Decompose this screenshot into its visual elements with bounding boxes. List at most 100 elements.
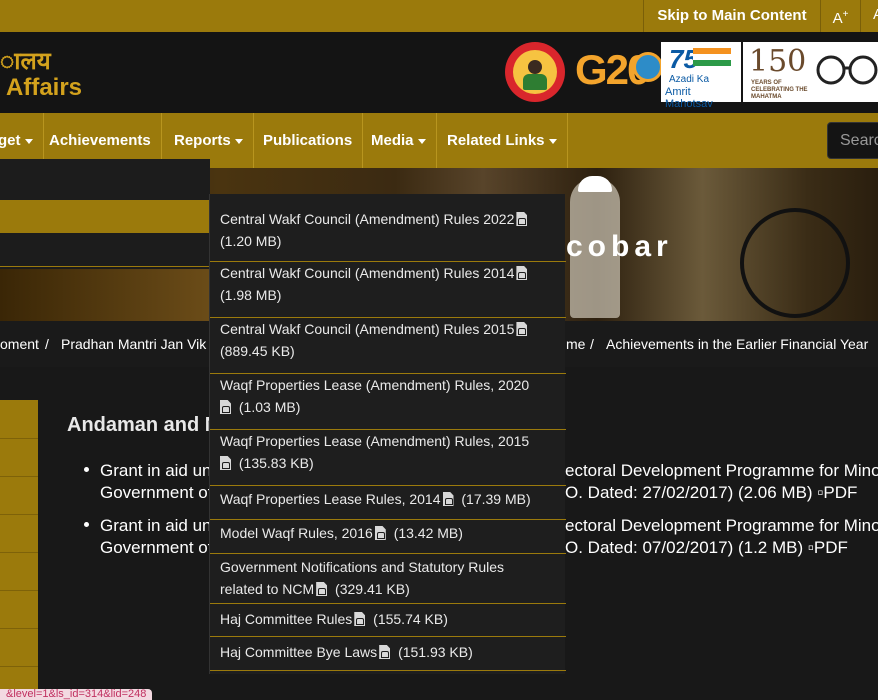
side-menu [0, 400, 38, 700]
banner-title: cobar [566, 230, 673, 263]
beti-bachao-logo[interactable] [505, 42, 565, 102]
dropdown-item-size: (1.20 MB) [220, 233, 282, 249]
dropdown-item[interactable]: Government Notifications and Statutory R… [210, 554, 566, 604]
pdf-alt-text: PDF [813, 538, 848, 557]
pdf-image-link[interactable]: ▫PDF [817, 483, 857, 503]
pdf-image-link[interactable]: ▫PDF [808, 538, 848, 558]
dropdown-item[interactable]: Waqf Properties Lease Rules, 2014 (17.39… [210, 486, 566, 520]
pdf-file-icon [374, 526, 386, 540]
bullet-text[interactable]: ectoral Development Programme for Minor [565, 516, 878, 536]
dropdown-item-label: Central Wakf Council (Amendment) Rules 2… [220, 265, 515, 281]
globe-icon [633, 52, 663, 82]
pdf-alt-text: PDF [823, 483, 858, 502]
rules-dropdown-menu: Central Wakf Council (Amendment) Rules 2… [209, 194, 566, 674]
parent-menu-item-active[interactable] [0, 200, 210, 233]
breadcrumb-item[interactable]: Pradhan Mantri Jan Vik [61, 336, 206, 352]
font-increase-sup: + [842, 9, 849, 20]
dropdown-item[interactable]: Waqf Properties Lease (Amendment) Rules,… [210, 430, 566, 486]
side-menu-divider [0, 666, 38, 667]
azadi-line1: Azadi Ka [669, 74, 710, 85]
bullet-dot [84, 467, 89, 472]
swachh-bharat-logo[interactable] [809, 42, 878, 102]
azadi-ka-amrit-mahotsav-logo[interactable]: 75 Azadi Ka Amrit Mahotsav [661, 42, 741, 110]
tricolor-flag-icon [693, 48, 731, 66]
dropdown-item-label: Central Wakf Council (Amendment) Rules 2… [220, 321, 515, 337]
g20-logo[interactable]: G20 [575, 46, 663, 100]
pdf-file-icon [316, 582, 328, 596]
beti-bachao-logo-inner [513, 50, 557, 94]
side-menu-divider [0, 514, 38, 515]
bullet-text[interactable]: ectoral Development Programme for Minor [565, 461, 878, 481]
bullet-dot [84, 522, 89, 527]
dropdown-item-size: (889.45 KB) [220, 343, 295, 359]
spectacles-icon [816, 55, 878, 85]
dropdown-item[interactable]: Central Wakf Council (Amendment) Rules 2… [210, 318, 566, 374]
font-increase-button[interactable]: A+ [821, 0, 861, 32]
dropdown-item-size: (135.83 KB) [238, 455, 314, 471]
pdf-file-icon [220, 456, 231, 470]
side-menu-divider [0, 438, 38, 439]
ministry-name-english[interactable]: Affairs [6, 74, 82, 102]
ministry-name-hindi[interactable]: ालय [0, 44, 51, 77]
dropdown-item-size: (1.03 MB) [238, 399, 301, 415]
bullet-text[interactable]: Grant in aid un [100, 461, 212, 481]
font-increase-label: A [832, 10, 843, 27]
status-bar-url: &level=1&ls_id=314&lid=248 [0, 689, 153, 700]
bullet-text[interactable]: O. Dated: 27/02/2017) (2.06 MB) ▫PDF [565, 483, 857, 503]
dropdown-item-size: (329.41 KB) [335, 581, 410, 597]
dropdown-item-label: Haj Committee Rules [220, 611, 353, 627]
mahatma-caption: YEARS OF CELEBRATING THE MAHATMA [751, 80, 808, 100]
dropdown-item[interactable]: Central Wakf Council (Amendment) Rules 2… [210, 206, 566, 262]
caret-down-icon [417, 138, 426, 144]
pdf-file-icon [354, 612, 366, 626]
breadcrumb-separator: / [45, 336, 49, 352]
nav-item-media[interactable]: Media [361, 113, 437, 168]
bullet-text[interactable]: Grant in aid un [100, 516, 212, 536]
parent-dropdown-menu [0, 159, 210, 269]
girl-face-icon [528, 60, 542, 74]
dropdown-item-label: Waqf Properties Lease (Amendment) Rules,… [220, 433, 530, 449]
mahatma-number: 150 [749, 44, 807, 79]
dropdown-item-label: Government Notifications and Statutory R… [220, 559, 505, 575]
parent-menu-divider [0, 266, 210, 267]
nav-item-publications[interactable]: Publications [253, 113, 364, 168]
breadcrumb-item[interactable]: oment [0, 336, 39, 352]
dropdown-item[interactable]: Waqf Properties Lease (Amendment) Rules,… [210, 374, 566, 430]
charkha-wheel-figure [740, 208, 850, 318]
dropdown-item-label-cont: related to NCM [220, 581, 315, 597]
dropdown-item-size: (151.93 KB) [398, 644, 473, 660]
nav-item-related-links[interactable]: Related Links [437, 113, 568, 168]
bullet-text[interactable]: Government of [100, 483, 212, 503]
bullet-text[interactable]: O. Dated: 07/02/2017) (1.2 MB) ▫PDF [565, 538, 848, 558]
bullet-text-tail: O. Dated: 27/02/2017) (2.06 MB) [565, 483, 813, 502]
bullet-text-tail: O. Dated: 07/02/2017) (1.2 MB) [565, 538, 804, 557]
dropdown-item-size: (1.98 MB) [220, 287, 282, 303]
nav-item-label: Reports [174, 132, 231, 149]
pdf-file-icon [516, 212, 528, 226]
side-menu-divider [0, 552, 38, 553]
dropdown-item-label: Waqf Properties Lease Rules, 2014 [220, 491, 441, 507]
dropdown-item-label: Model Waqf Rules, 2016 [220, 525, 373, 541]
caret-down-icon [548, 138, 557, 144]
caret-down-icon [24, 138, 33, 144]
skip-to-main-content-link[interactable]: Skip to Main Content [643, 0, 821, 32]
girl-body-icon [523, 74, 547, 90]
dropdown-item-label: Central Wakf Council (Amendment) Rules 2… [220, 211, 515, 227]
caret-down-icon [234, 138, 243, 144]
section-heading: Andaman and N [67, 414, 220, 436]
breadcrumb-item[interactable]: me [566, 336, 585, 352]
dropdown-item[interactable]: Model Waqf Rules, 2016 (13.42 MB) [210, 520, 566, 554]
dropdown-item[interactable]: Haj Committee Bye Laws (151.93 KB) [210, 637, 566, 671]
side-menu-divider [0, 590, 38, 591]
bullet-text[interactable]: Government of [100, 538, 212, 558]
dropdown-item[interactable]: Central Wakf Council (Amendment) Rules 2… [210, 262, 566, 318]
mahatma-150-logo[interactable]: 150 YEARS OF CELEBRATING THE MAHATMA [743, 42, 809, 102]
dropdown-item-label: Haj Committee Bye Laws [220, 644, 378, 660]
nav-item-label: Media [371, 132, 414, 149]
dropdown-item[interactable]: Haj Committee Rules (155.74 KB) [210, 604, 566, 637]
search-input[interactable]: Searc [827, 122, 878, 159]
font-decrease-button[interactable]: A [862, 0, 878, 32]
side-menu-divider [0, 476, 38, 477]
azadi-line2: Amrit Mahotsav [665, 86, 713, 110]
nav-item-label: Related Links [447, 132, 545, 149]
